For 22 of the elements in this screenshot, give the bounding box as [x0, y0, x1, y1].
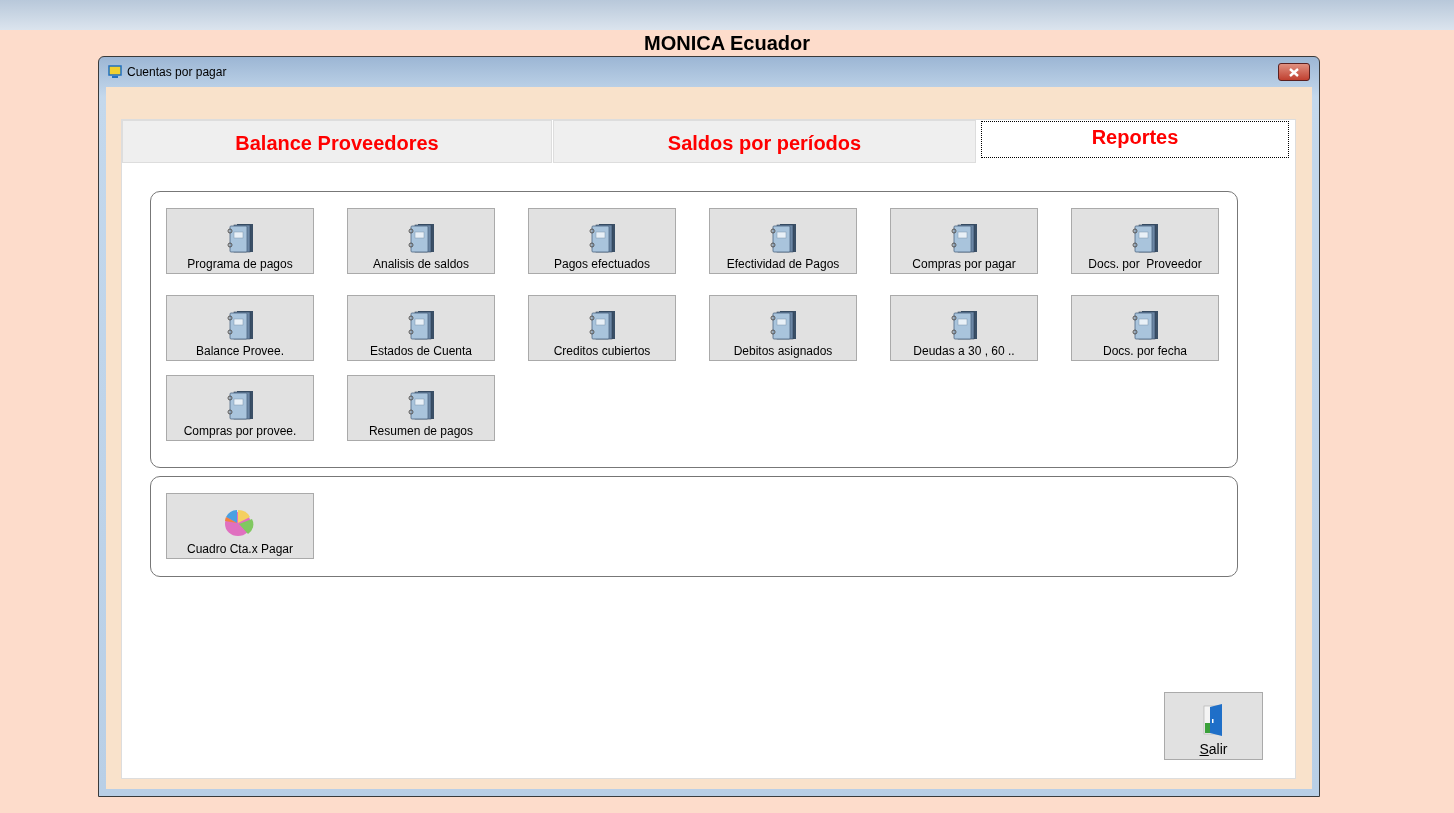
report-button[interactable]: Efectividad de Pagos	[709, 208, 857, 274]
report-button[interactable]: Pagos efectuados	[528, 208, 676, 274]
report-button[interactable]: Deudas a 30 , 60 ..	[890, 295, 1038, 361]
report-button[interactable]: Creditos cubiertos	[528, 295, 676, 361]
app-title: MONICA Ecuador	[644, 31, 810, 56]
report-button[interactable]: Balance Provee.	[166, 295, 314, 361]
close-button[interactable]	[1278, 63, 1310, 81]
report-button[interactable]: Compras por pagar	[890, 208, 1038, 274]
report-button[interactable]: Docs. por fecha	[1071, 295, 1219, 361]
report-button[interactable]: Debitos asignados	[709, 295, 857, 361]
exit-button[interactable]: Salir	[1164, 692, 1263, 760]
report-button[interactable]: Resumen de pagos	[347, 375, 495, 441]
monitor-icon	[108, 65, 122, 79]
report-button[interactable]: Analisis de saldos	[347, 208, 495, 274]
close-icon	[1288, 67, 1300, 77]
report-button[interactable]: Programa de pagos	[166, 208, 314, 274]
report-button[interactable]: Docs. por Proveedor	[1071, 208, 1219, 274]
report-button[interactable]: Estados de Cuenta	[347, 295, 495, 361]
report-button[interactable]: Compras por provee.	[166, 375, 314, 441]
window-title: Cuentas por pagar	[127, 65, 228, 79]
report-button[interactable]: Cuadro Cta.x Pagar	[166, 493, 314, 559]
tab[interactable]: Reportes	[981, 121, 1289, 158]
